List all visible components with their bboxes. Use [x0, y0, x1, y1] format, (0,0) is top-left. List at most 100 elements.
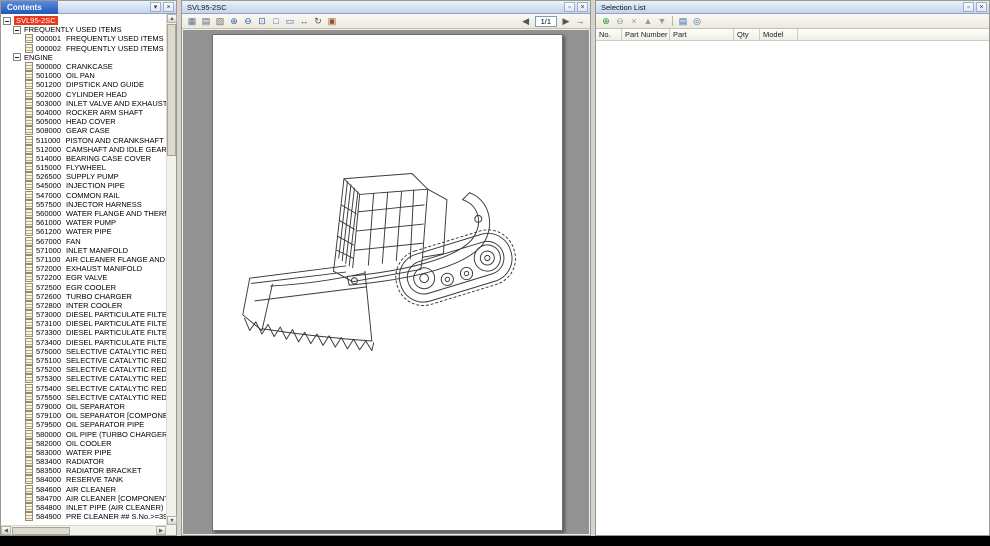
tree-item[interactable]: 575100SELECTIVE CATALYTIC REDUCT — [1, 356, 166, 365]
horizontal-scrollbar-thumb[interactable] — [12, 527, 70, 535]
tree-item[interactable]: 515000FLYWHEEL — [1, 163, 166, 172]
pan-icon[interactable]: ↔ — [297, 15, 311, 28]
contents-horizontal-scrollbar[interactable]: ◀ ▶ — [1, 525, 166, 535]
tree-item[interactable]: 584700AIR CLEANER [COMPONENT PAR — [1, 494, 166, 503]
tree-item[interactable]: 583500RADIATOR BRACKET — [1, 466, 166, 475]
tree-item[interactable]: 575300SELECTIVE CATALYTIC REDUCT — [1, 374, 166, 383]
next-page-icon[interactable]: ▶ — [559, 15, 573, 28]
close-icon[interactable]: × — [163, 2, 174, 12]
tree-item[interactable]: 579000OIL SEPARATOR — [1, 402, 166, 411]
expander-icon[interactable] — [13, 53, 21, 61]
diagram-tab-title[interactable]: SVL95-2SC — [182, 3, 227, 12]
remove-icon[interactable]: ⊖ — [613, 15, 627, 28]
tree-item[interactable]: 572800INTER COOLER — [1, 301, 166, 310]
tree-item[interactable]: 561200WATER PIPE — [1, 227, 166, 236]
tree-item[interactable]: 584000RESERVE TANK — [1, 475, 166, 484]
pin-icon[interactable]: ▫ — [963, 2, 974, 12]
tree-item[interactable]: 557500INJECTOR HARNESS — [1, 200, 166, 209]
close-icon[interactable]: × — [976, 2, 987, 12]
add-icon[interactable]: ⊕ — [599, 15, 613, 28]
tree-item[interactable]: 584900PRE CLEANER ## S.No.>=3922 — [1, 512, 166, 521]
tree-item[interactable]: 500000CRANKCASE — [1, 62, 166, 71]
zoom-area-icon[interactable]: ⊡ — [255, 15, 269, 28]
column-header-part[interactable]: Part — [670, 29, 734, 40]
tree-item[interactable]: SVL95-2SC — [1, 16, 166, 25]
tree-item[interactable]: 000001FREQUENTLY USED ITEMS — [1, 34, 166, 43]
tree-item[interactable]: 584600AIR CLEANER — [1, 485, 166, 494]
tree-item[interactable]: 572200EGR VALVE — [1, 273, 166, 282]
tree-item[interactable]: 547000COMMON RAIL — [1, 191, 166, 200]
column-header-partnumber[interactable]: Part Number — [622, 29, 670, 40]
scroll-up-icon[interactable]: ▲ — [167, 14, 177, 23]
contents-vertical-scrollbar[interactable]: ▲ ▼ — [166, 14, 176, 525]
hotspot-icon[interactable]: ▣ — [325, 15, 339, 28]
tree-item[interactable]: 579500OIL SEPARATOR PIPE — [1, 420, 166, 429]
tree-item[interactable]: 505000HEAD COVER — [1, 117, 166, 126]
tree-item[interactable]: 567000FAN — [1, 237, 166, 246]
rotate-icon[interactable]: ↻ — [311, 15, 325, 28]
tree-item[interactable]: 573400DIESEL PARTICULATE FILTER D — [1, 338, 166, 347]
prev-page-icon[interactable]: ◀ — [519, 15, 533, 28]
tree-item[interactable]: 561000WATER PUMP — [1, 218, 166, 227]
tree-item[interactable]: 573000DIESEL PARTICULATE FILTER M — [1, 310, 166, 319]
tree-item[interactable]: 583400RADIATOR — [1, 457, 166, 466]
selection-table-body[interactable] — [597, 42, 988, 534]
column-header-qty[interactable]: Qty — [734, 29, 760, 40]
tree-item[interactable]: 503000INLET VALVE AND EXHAUST VAL — [1, 99, 166, 108]
zoom-out-icon[interactable]: ⊖ — [241, 15, 255, 28]
go-page-icon[interactable]: → — [573, 15, 587, 28]
pin-icon[interactable]: ▫ — [564, 2, 575, 12]
tree-item[interactable]: 545000INJECTION PIPE — [1, 181, 166, 190]
tree-item[interactable]: 572600TURBO CHARGER — [1, 292, 166, 301]
tree-item[interactable]: 000002FREQUENTLY USED ITEMS — [1, 44, 166, 53]
column-header-model[interactable]: Model — [760, 29, 798, 40]
tree-item[interactable]: 504000ROCKER ARM SHAFT — [1, 108, 166, 117]
print-icon[interactable]: ▤ — [199, 15, 213, 28]
tree-item[interactable]: 575000SELECTIVE CATALYTIC REDUCT — [1, 347, 166, 356]
tree-item[interactable]: 526500SUPPLY PUMP — [1, 172, 166, 181]
tree-item[interactable]: 511000PISTON AND CRANKSHAFT — [1, 135, 166, 144]
tree-item[interactable]: 582000OIL COOLER — [1, 439, 166, 448]
tree-item[interactable]: 579100OIL SEPARATOR [COMPONENT P — [1, 411, 166, 420]
scroll-right-icon[interactable]: ▶ — [156, 526, 166, 535]
tree-item[interactable]: 560000WATER FLANGE AND THERMOST — [1, 209, 166, 218]
diagram-page[interactable] — [212, 34, 563, 531]
tree-item[interactable]: 571100AIR CLEANER FLANGE AND THR — [1, 255, 166, 264]
contents-tab[interactable]: Contents — [1, 1, 58, 14]
export-icon[interactable]: ▧ — [213, 15, 227, 28]
tree-item[interactable]: 583000WATER PIPE — [1, 448, 166, 457]
tree-item[interactable]: 502000CYLINDER HEAD — [1, 90, 166, 99]
tree-item[interactable]: 584800INLET PIPE (AIR CLEANER) — [1, 503, 166, 512]
tree-item[interactable]: 575200SELECTIVE CATALYTIC REDUCT — [1, 365, 166, 374]
fit-page-icon[interactable]: □ — [269, 15, 283, 28]
expander-icon[interactable] — [3, 17, 11, 25]
tree-item[interactable]: 572000EXHAUST MANIFOLD — [1, 264, 166, 273]
tree-item[interactable]: 501200DIPSTICK AND GUIDE — [1, 80, 166, 89]
search-icon[interactable]: ◎ — [690, 15, 704, 28]
fit-width-icon[interactable]: ▭ — [283, 15, 297, 28]
scroll-left-icon[interactable]: ◀ — [1, 526, 11, 535]
tree-item[interactable]: FREQUENTLY USED ITEMS — [1, 25, 166, 34]
tree-item[interactable]: ENGINE — [1, 53, 166, 62]
save-icon[interactable]: ▦ — [185, 15, 199, 28]
tree-item[interactable]: 508000GEAR CASE — [1, 126, 166, 135]
close-icon[interactable]: × — [577, 2, 588, 12]
expander-icon[interactable] — [13, 26, 21, 34]
tree-item[interactable]: 575400SELECTIVE CATALYTIC REDUCT — [1, 384, 166, 393]
tree-item[interactable]: 512000CAMSHAFT AND IDLE GEAR SHA — [1, 145, 166, 154]
tree-item[interactable]: 573100DIESEL PARTICULATE FILTER M — [1, 319, 166, 328]
tree-item[interactable]: 501000OIL PAN — [1, 71, 166, 80]
move-up-icon[interactable]: ▲ — [641, 15, 655, 28]
tree-item[interactable]: 514000BEARING CASE COVER — [1, 154, 166, 163]
export-icon[interactable]: ▤ — [676, 15, 690, 28]
tree-item[interactable]: 573300DIESEL PARTICULATE FILTER M — [1, 328, 166, 337]
scroll-down-icon[interactable]: ▼ — [167, 516, 177, 525]
tree-item[interactable]: 580000OIL PIPE (TURBO CHARGER) — [1, 429, 166, 438]
tree-item[interactable]: 571000INLET MANIFOLD — [1, 246, 166, 255]
zoom-in-icon[interactable]: ⊕ — [227, 15, 241, 28]
column-header-no[interactable]: No. — [596, 29, 622, 40]
delete-icon[interactable]: × — [627, 15, 641, 28]
tree-item[interactable]: 575500SELECTIVE CATALYTIC REDUCT — [1, 393, 166, 402]
tree-item[interactable]: 572500EGR COOLER — [1, 282, 166, 291]
move-down-icon[interactable]: ▼ — [655, 15, 669, 28]
